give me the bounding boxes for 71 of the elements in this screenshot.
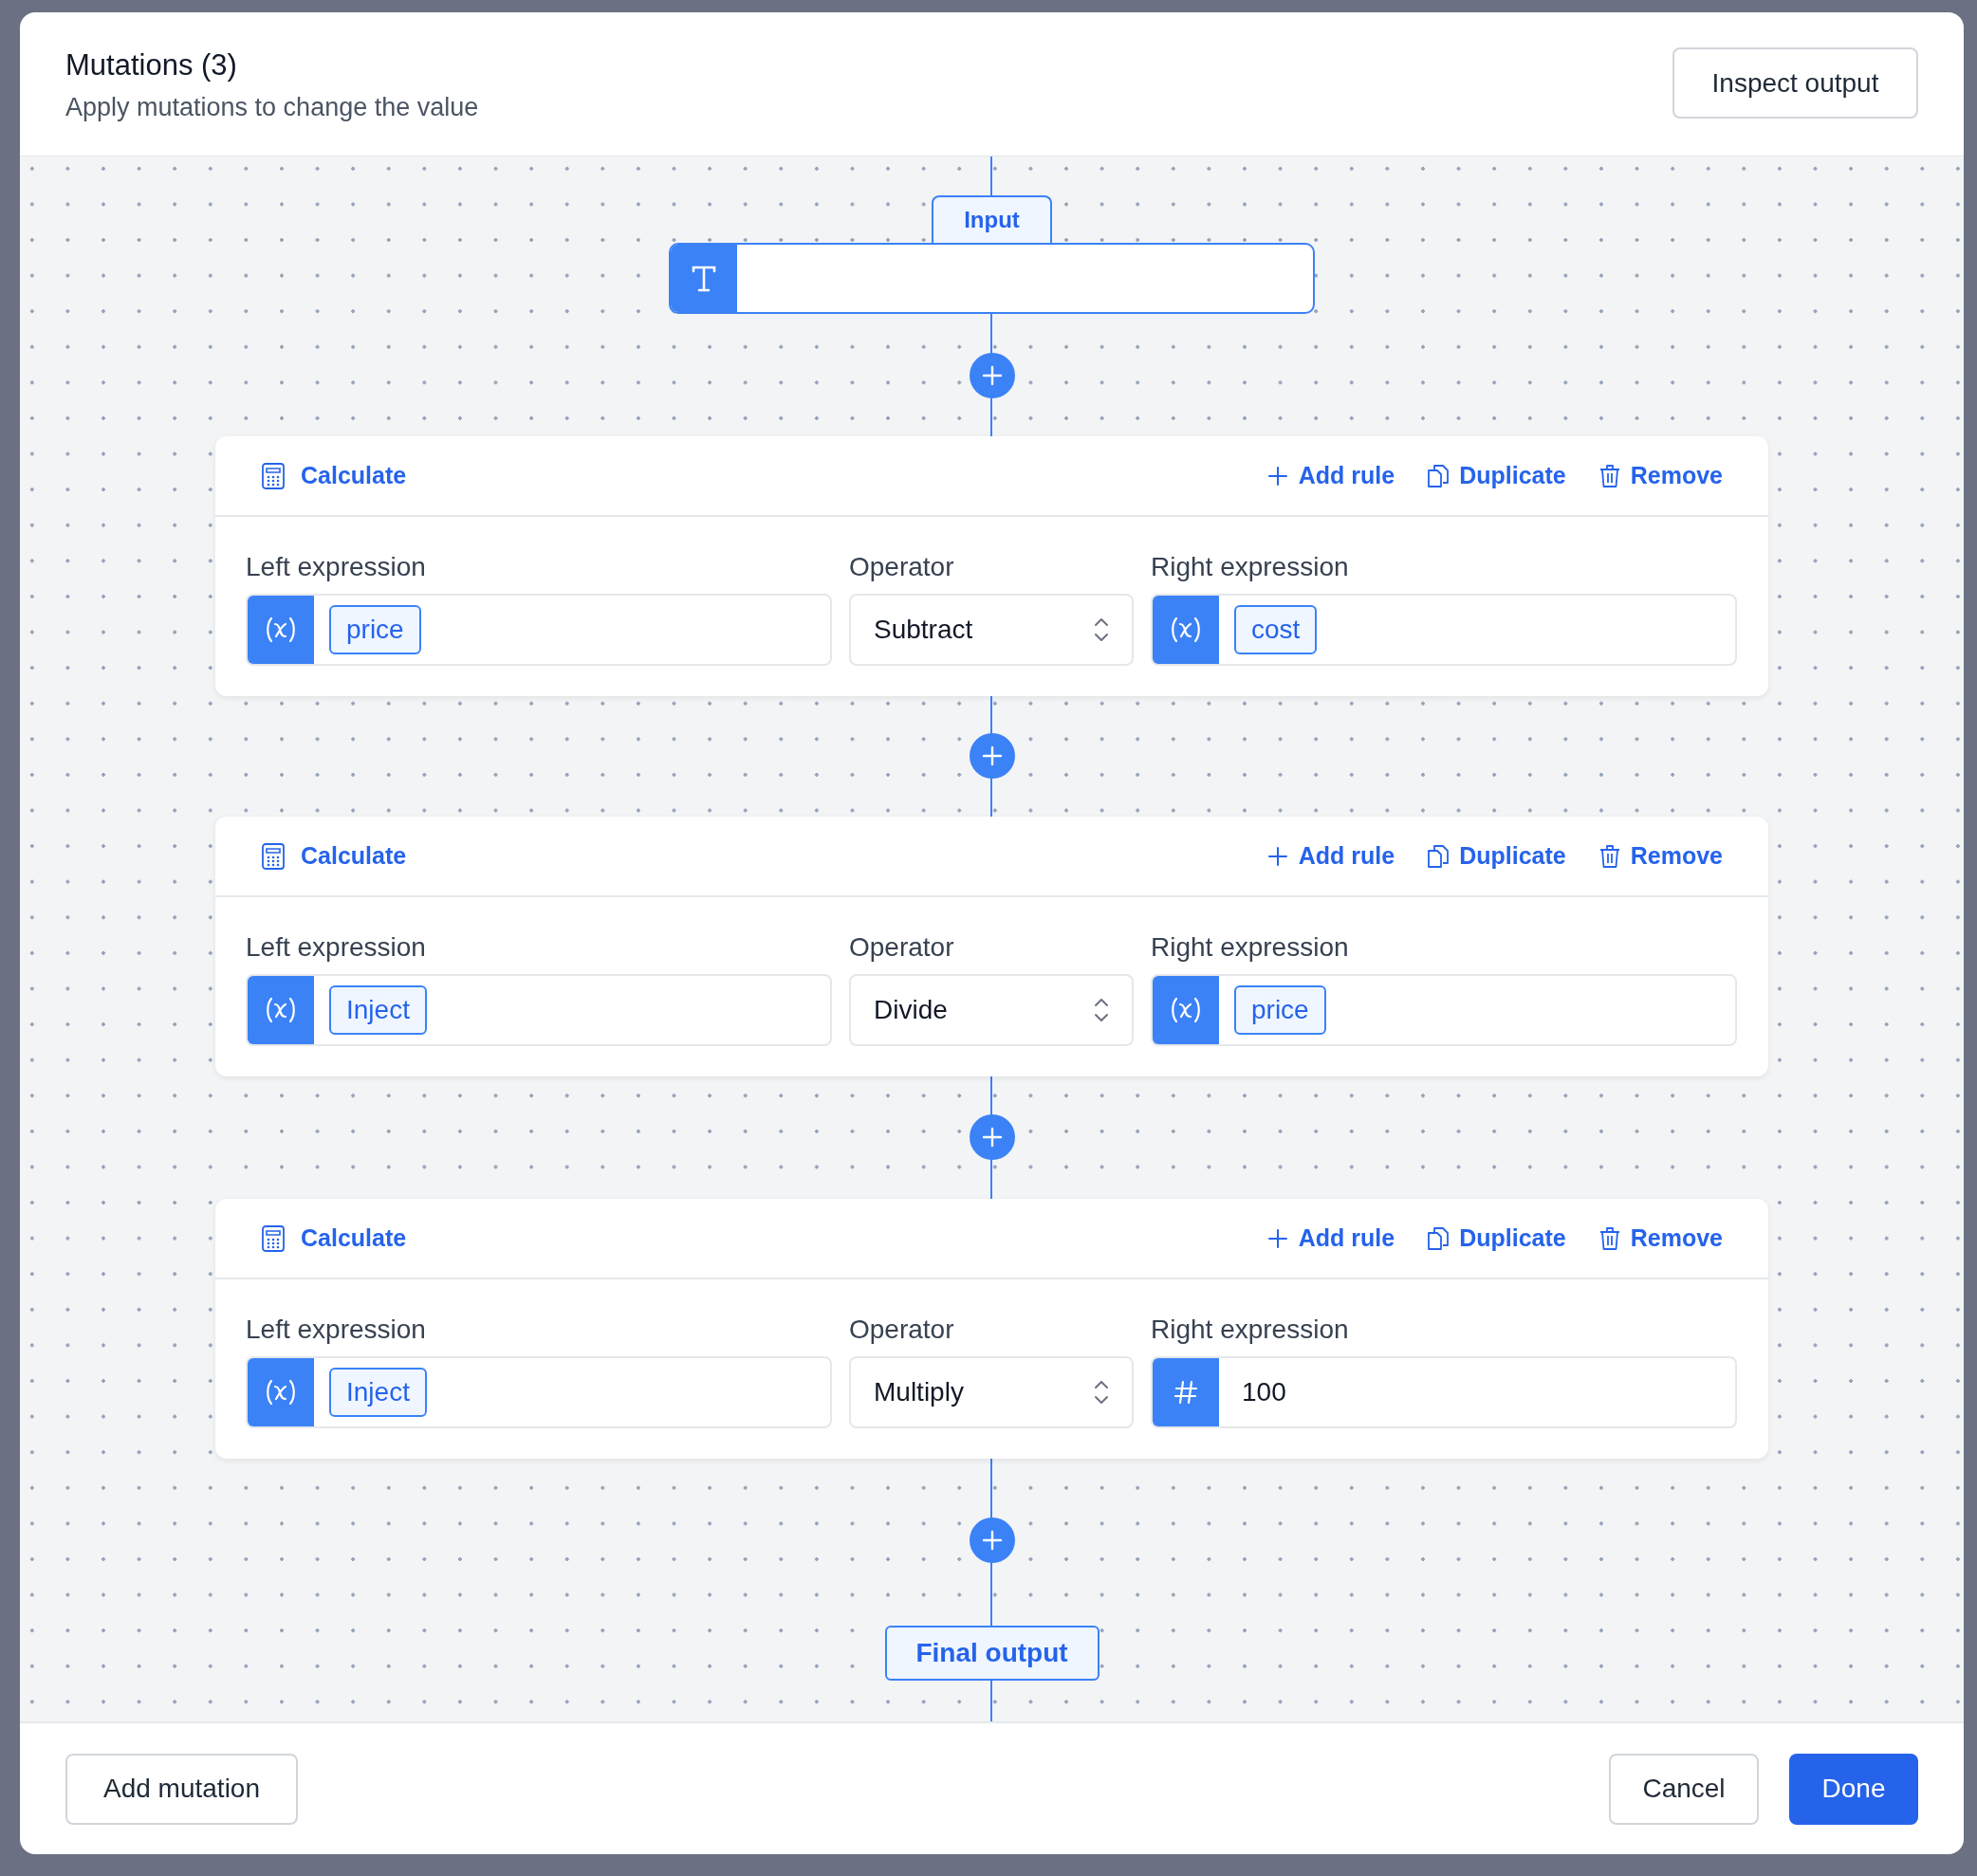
- add-step-button[interactable]: [969, 1517, 1015, 1563]
- plus-icon: [1266, 844, 1289, 868]
- calculator-icon: [261, 461, 286, 490]
- plus-icon: [980, 745, 1004, 767]
- field-label: Right expression: [1151, 1314, 1350, 1346]
- input-field[interactable]: [669, 243, 1315, 314]
- cancel-button[interactable]: Cancel: [1609, 1753, 1759, 1825]
- variable-icon: [1170, 996, 1202, 1024]
- trash-icon: [1598, 463, 1621, 488]
- field-label: Right expression: [1151, 551, 1350, 583]
- field-label: Left expression: [246, 551, 427, 583]
- plus-icon: [980, 1529, 1004, 1552]
- operator-select[interactable]: Multiply: [849, 1356, 1134, 1428]
- calculator-icon: [261, 841, 286, 871]
- add-button[interactable]: Add rule: [1266, 457, 1395, 494]
- add-step-button[interactable]: [969, 733, 1015, 779]
- variable-icon: [265, 1378, 297, 1407]
- add-step-button[interactable]: [969, 1114, 1015, 1160]
- calculator-icon: [261, 1223, 286, 1253]
- variable-tag[interactable]: Inject: [329, 985, 427, 1035]
- variable-tag[interactable]: price: [329, 605, 421, 654]
- expression-field[interactable]: Inject: [246, 974, 832, 1046]
- number-value: 100: [1241, 1376, 1286, 1408]
- add-button[interactable]: Add rule: [1266, 1220, 1395, 1257]
- done-button[interactable]: Done: [1789, 1753, 1918, 1825]
- add-step-button[interactable]: [969, 353, 1015, 398]
- hash-icon: [1173, 1379, 1199, 1406]
- variable-tag[interactable]: cost: [1234, 605, 1318, 654]
- duplicate-button[interactable]: Duplicate: [1427, 457, 1566, 494]
- copy-icon: [1427, 1225, 1450, 1251]
- duplicate-button[interactable]: Duplicate: [1427, 1220, 1566, 1257]
- plus-icon: [1266, 1226, 1289, 1250]
- input-label: Input: [932, 195, 1052, 243]
- dialog-subtitle: Apply mutations to change the value: [65, 92, 479, 123]
- field-label: Right expression: [1151, 931, 1350, 964]
- add-button[interactable]: Add rule: [1266, 837, 1395, 874]
- variable-icon: [1170, 616, 1202, 644]
- mutation-type-label: Calculate: [301, 1223, 407, 1253]
- copy-icon: [1427, 463, 1450, 488]
- variable-icon: [265, 996, 297, 1024]
- trash-icon: [1598, 843, 1621, 869]
- variable-tag[interactable]: price: [1234, 985, 1326, 1035]
- mutation-type-label: Calculate: [301, 460, 407, 490]
- operator-select[interactable]: Subtract: [849, 594, 1134, 666]
- operator-select[interactable]: Divide: [849, 974, 1134, 1046]
- add-mutation-button[interactable]: Add mutation: [65, 1753, 298, 1825]
- expression-field[interactable]: price: [246, 594, 832, 666]
- field-label: Left expression: [246, 1314, 427, 1346]
- field-label: Operator: [849, 551, 955, 583]
- expression-field[interactable]: 100: [1151, 1356, 1737, 1428]
- remove-button[interactable]: Remove: [1598, 457, 1723, 494]
- remove-button[interactable]: Remove: [1598, 1220, 1723, 1257]
- dialog-title: Mutations (3): [65, 47, 238, 83]
- plus-icon: [1266, 464, 1289, 487]
- plus-icon: [980, 1126, 1004, 1149]
- duplicate-button[interactable]: Duplicate: [1427, 837, 1566, 874]
- field-label: Operator: [849, 1314, 955, 1346]
- expression-field[interactable]: cost: [1151, 594, 1737, 666]
- field-label: Left expression: [246, 931, 427, 964]
- trash-icon: [1598, 1225, 1621, 1251]
- copy-icon: [1427, 843, 1450, 869]
- final-output-label: Final output: [884, 1626, 1099, 1681]
- field-label: Operator: [849, 931, 955, 964]
- variable-tag[interactable]: Inject: [329, 1368, 427, 1417]
- remove-button[interactable]: Remove: [1598, 837, 1723, 874]
- expression-field[interactable]: price: [1151, 974, 1737, 1046]
- variable-icon: [265, 616, 297, 644]
- mutation-type-label: Calculate: [301, 840, 407, 871]
- expression-field[interactable]: Inject: [246, 1356, 832, 1428]
- inspect-output-button[interactable]: Inspect output: [1672, 47, 1918, 119]
- plus-icon: [980, 364, 1004, 387]
